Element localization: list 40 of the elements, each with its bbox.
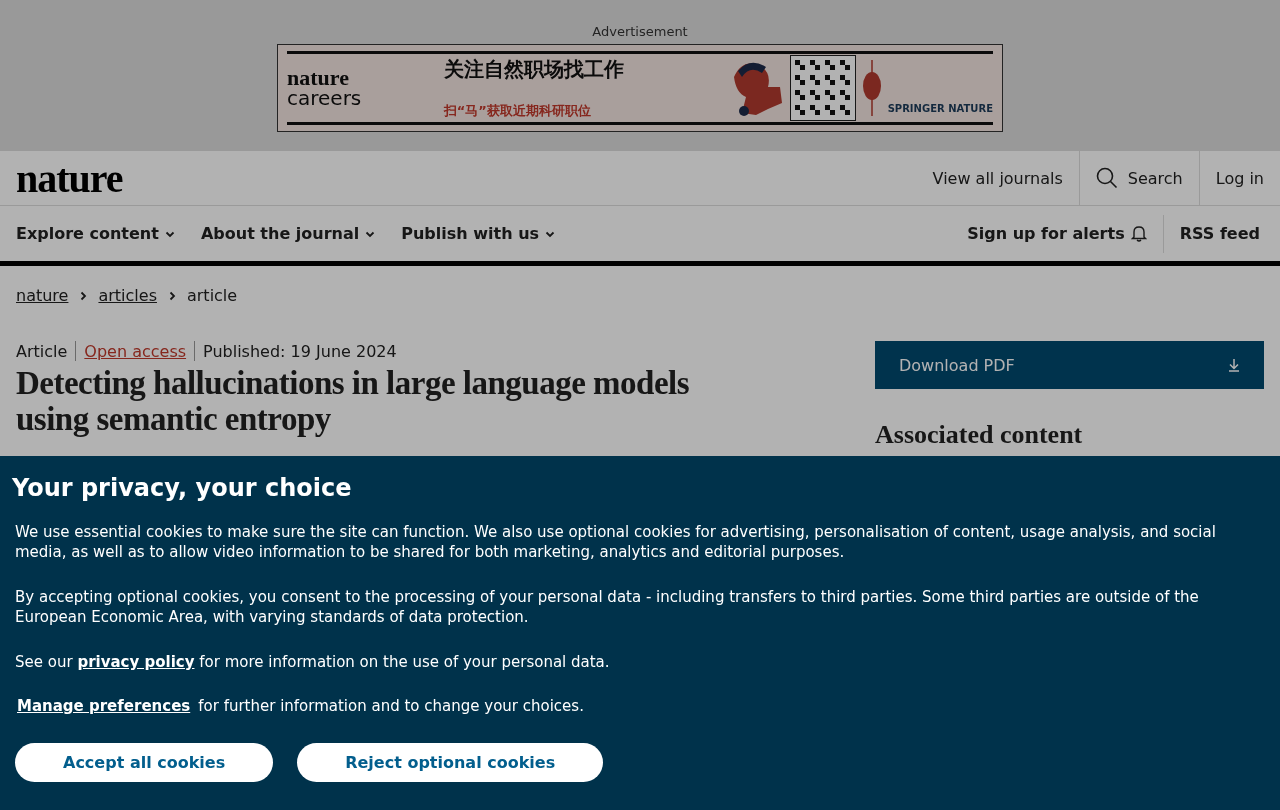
open-access-link[interactable]: Open access <box>84 341 187 361</box>
privacy-policy-link[interactable]: privacy policy <box>77 653 195 671</box>
download-icon <box>1228 358 1240 372</box>
advertisement-banner[interactable]: nature careers 关注自然职场找工作 扫“马”获取近期科研职位 SPRINGER NATURE <box>277 44 1003 132</box>
download-pdf-button[interactable]: Download PDF <box>875 341 1264 389</box>
manage-preferences-link[interactable]: Manage preferences <box>15 697 193 715</box>
bell-icon <box>1130 225 1147 242</box>
current-page-label: article <box>186 286 238 305</box>
ad-brand: nature <box>287 68 350 88</box>
breadcrumb-link[interactable]: articles <box>98 286 157 305</box>
banner-paragraph: We use essential cookies to make sure the site can function. We also use optional cookies for advertising, personalisation of content, usage analysis, and social media, as well as to allow video information to be shared for both marketing, analytics and editorial purposes. <box>15 522 1217 562</box>
site-logo[interactable]: nature <box>16 154 123 202</box>
banner-title: Your privacy, your choice <box>12 474 353 502</box>
article-title: Detecting hallucinations in large language models using semantic entropy <box>16 365 691 437</box>
publish-date: Published: 19 June 2024 <box>203 341 397 361</box>
nav-menu[interactable]: Explore content <box>16 224 175 243</box>
header-link[interactable]: View all journals <box>916 151 1079 205</box>
lantern-icon <box>861 60 882 116</box>
banner-paragraph: By accepting optional cookies, you consent to the processing of your personal data - including transfers to third parties. Some third parties are outside of the European Economic Area, with varying standards of data protection. <box>15 587 1200 627</box>
rss-link[interactable]: RSS feed <box>1162 214 1276 253</box>
breadcrumb-link[interactable]: nature <box>16 286 69 305</box>
alerts-link[interactable]: Sign up for alerts <box>951 214 1163 253</box>
nav-menu[interactable]: About the journal <box>200 224 376 243</box>
search-button[interactable]: Search <box>1078 151 1199 205</box>
section-heading: Associated content <box>875 421 1084 449</box>
ad-subline: 扫“马”获取近期科研职位 <box>443 102 592 120</box>
cookie-button[interactable]: Reject optional cookies <box>297 743 604 782</box>
advertisement-label: Advertisement <box>592 24 688 39</box>
ad-headline: 关注自然职场找工作 <box>443 56 625 83</box>
qr-code-icon <box>789 55 856 121</box>
nav-menu[interactable]: Publish with us <box>401 224 556 243</box>
ad-sponsor: SPRINGER NATURE <box>887 103 993 114</box>
header-link[interactable]: Log in <box>1198 151 1280 205</box>
article-type: Article <box>16 341 68 361</box>
chevron-right-icon <box>78 290 89 301</box>
banner-paragraph: See our privacy policy for more information on the use of your personal data. <box>15 652 611 672</box>
cookie-button[interactable]: Accept all cookies <box>15 743 274 782</box>
ad-brand: careers <box>287 88 363 108</box>
banner-text: for further information and to change your choices. <box>198 697 584 715</box>
search-icon <box>1095 167 1118 189</box>
